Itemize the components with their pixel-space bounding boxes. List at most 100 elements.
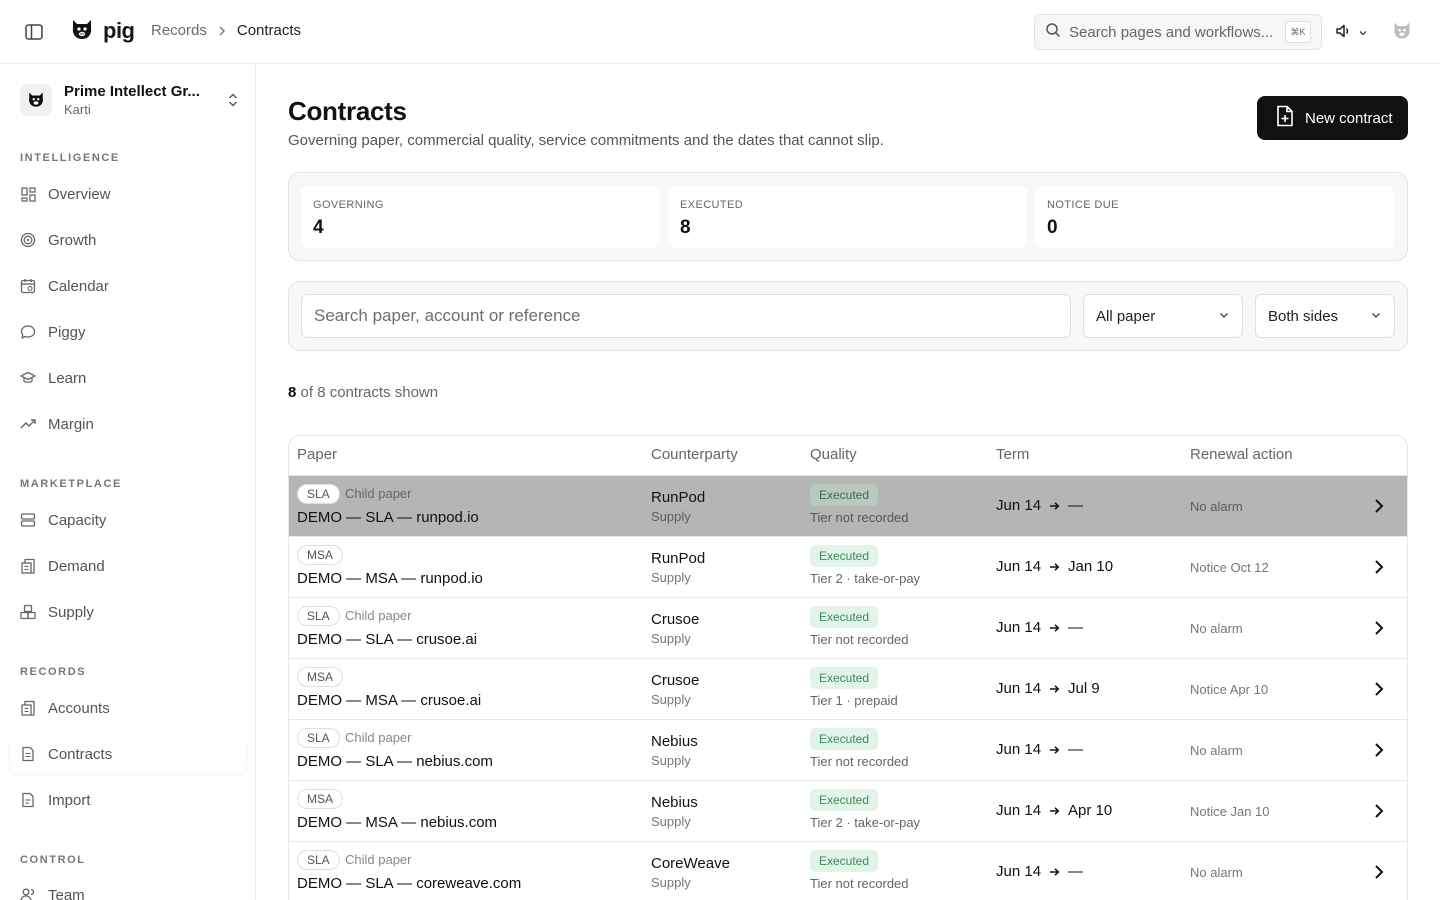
chevron-right-icon[interactable]	[1369, 679, 1389, 699]
header-term[interactable]: Term	[996, 446, 1029, 463]
table-row[interactable]: MSA DEMO — MSA — runpod.io RunPod Supply Exe…	[289, 537, 1407, 598]
building-icon	[20, 558, 36, 574]
speaker-icon	[1334, 22, 1352, 45]
org-user: Karti	[64, 102, 91, 117]
chevron-right-icon[interactable]	[1369, 801, 1389, 821]
new-contract-button[interactable]: New contract	[1257, 96, 1408, 140]
chevron-right-icon[interactable]	[1369, 740, 1389, 760]
chevron-down-icon	[1370, 308, 1382, 325]
paper-name: DEMO — MSA — crusoe.ai	[297, 692, 482, 709]
sidebar-item-piggy[interactable]: Piggy	[10, 313, 246, 351]
paper-type-select[interactable]: All paper	[1083, 294, 1243, 338]
chevron-right-icon	[217, 26, 227, 36]
term-end: Jan 10	[1068, 558, 1114, 575]
paper-name: DEMO — MSA — nebius.com	[297, 814, 498, 831]
table-row[interactable]: SLA Child paper DEMO — SLA — runpod.io RunP…	[289, 476, 1407, 537]
breadcrumb-records[interactable]: Records	[151, 22, 207, 39]
sidebar-item-supply[interactable]: Supply	[10, 593, 246, 631]
sidebar-item-label: Learn	[48, 369, 87, 387]
child-paper-tag: Child paper	[345, 730, 412, 745]
table-row[interactable]: MSA DEMO — MSA — nebius.com Nebius Supply Ex…	[289, 781, 1407, 842]
results-rest: of 8 contracts shown	[300, 384, 439, 401]
header-counterparty[interactable]: Counterparty	[651, 446, 738, 463]
side-select[interactable]: Both sides	[1255, 294, 1395, 338]
arrow-right-icon	[1049, 867, 1060, 877]
table-row[interactable]: MSA DEMO — MSA — crusoe.ai Crusoe Supply Exe…	[289, 659, 1407, 720]
user-avatar[interactable]	[1392, 21, 1412, 43]
header-quality[interactable]: Quality	[810, 446, 857, 463]
counterparty-name: Nebius	[651, 794, 698, 811]
counterparty-name: Crusoe	[651, 672, 700, 689]
sidebar-item-accounts[interactable]: Accounts	[10, 689, 246, 727]
chevron-right-icon[interactable]	[1369, 618, 1389, 638]
paper-name: DEMO — SLA — crusoe.ai	[297, 631, 478, 648]
term-end: —	[1068, 863, 1084, 880]
term-end: —	[1068, 497, 1084, 514]
top-bar: pig Records Contracts Search pages and w…	[0, 0, 1440, 64]
sidebar-item-demand[interactable]: Demand	[10, 547, 246, 585]
sidebar-item-overview[interactable]: Overview	[10, 175, 246, 213]
sidebar-item-growth[interactable]: Growth	[10, 221, 246, 259]
sidebar-item-label: Calendar	[48, 277, 109, 295]
breadcrumb-current: Contracts	[236, 22, 302, 39]
filter-panel: All paper Both sides	[288, 281, 1408, 351]
paper-name: DEMO — SLA — coreweave.com	[297, 875, 522, 892]
table-row[interactable]: SLA Child paper DEMO — SLA — coreweave.com…	[289, 842, 1407, 900]
shortcut-hint: ⌘K	[1285, 21, 1311, 43]
sidebar-item-label: Piggy	[48, 323, 86, 341]
trending-up-icon	[20, 416, 36, 432]
chevron-right-icon[interactable]	[1369, 496, 1389, 516]
sidebar-item-calendar[interactable]: Calendar	[10, 267, 246, 305]
term-range: Jun 14 —	[996, 863, 1083, 880]
term-start: Jun 14	[996, 619, 1042, 636]
header-renewal[interactable]: Renewal action	[1190, 446, 1293, 463]
status-badge: Executed	[810, 545, 879, 567]
sidebar-toggle-icon[interactable]	[22, 20, 46, 44]
term-start: Jun 14	[996, 680, 1042, 697]
sidebar-item-margin[interactable]: Margin	[10, 405, 246, 443]
paper-type-badge: SLA	[297, 850, 340, 870]
page-title: Contracts	[288, 96, 407, 126]
contract-search-input[interactable]	[301, 294, 1071, 338]
chevron-right-icon[interactable]	[1369, 557, 1389, 577]
counterparty-side: Supply	[651, 509, 691, 524]
renewal-action: No alarm	[1190, 743, 1243, 758]
sidebar-item-label: Overview	[48, 185, 111, 203]
paper-select-value: All paper	[1096, 307, 1156, 325]
renewal-action: No alarm	[1190, 621, 1243, 636]
table-header: Paper Counterparty Quality Term Renewal …	[289, 436, 1407, 476]
sidebar-item-label: Capacity	[48, 511, 107, 529]
table-row[interactable]: SLA Child paper DEMO — SLA — nebius.com Neb…	[289, 720, 1407, 781]
sidebar-item-capacity[interactable]: Capacity	[10, 501, 246, 539]
stat-value: 0	[1047, 217, 1058, 238]
counterparty-side: Supply	[651, 814, 691, 829]
contracts-table: Paper Counterparty Quality Term Renewal …	[288, 435, 1408, 900]
sidebar-item-label: Margin	[48, 415, 94, 433]
table-row[interactable]: SLA Child paper DEMO — SLA — crusoe.ai Crus…	[289, 598, 1407, 659]
term-range: Jun 14 Jan 10	[996, 558, 1113, 575]
term-range: Jun 14 Apr 10	[996, 802, 1112, 819]
status-badge: Executed	[810, 667, 879, 689]
breadcrumb: Records Contracts	[151, 22, 301, 39]
sidebar-item-import[interactable]: Import	[10, 781, 246, 819]
header-paper[interactable]: Paper	[297, 446, 337, 463]
org-switcher[interactable]: Prime Intellect Gr... Karti	[20, 82, 240, 118]
quality-tier: Tier 2 · take-or-pay	[810, 815, 921, 830]
grid-icon	[20, 186, 36, 202]
pig-logo-icon[interactable]	[70, 18, 94, 44]
child-paper-tag: Child paper	[345, 608, 412, 623]
main-content: Contracts Governing paper, commercial qu…	[256, 64, 1440, 900]
sound-toggle[interactable]	[1334, 22, 1368, 45]
chevron-right-icon[interactable]	[1369, 862, 1389, 882]
arrow-right-icon	[1049, 745, 1060, 755]
arrow-right-icon	[1049, 806, 1060, 816]
document-icon	[20, 746, 36, 762]
sidebar-item-team[interactable]: Team	[10, 876, 246, 900]
sidebar-item-contracts[interactable]: Contracts	[10, 735, 246, 773]
chevron-down-icon	[1218, 308, 1230, 325]
global-search-input[interactable]: Search pages and workflows... ⌘K	[1034, 14, 1322, 50]
search-icon	[1045, 22, 1061, 43]
sidebar-item-learn[interactable]: Learn	[10, 359, 246, 397]
users-icon	[20, 887, 36, 900]
paper-type-badge: MSA	[297, 545, 344, 565]
